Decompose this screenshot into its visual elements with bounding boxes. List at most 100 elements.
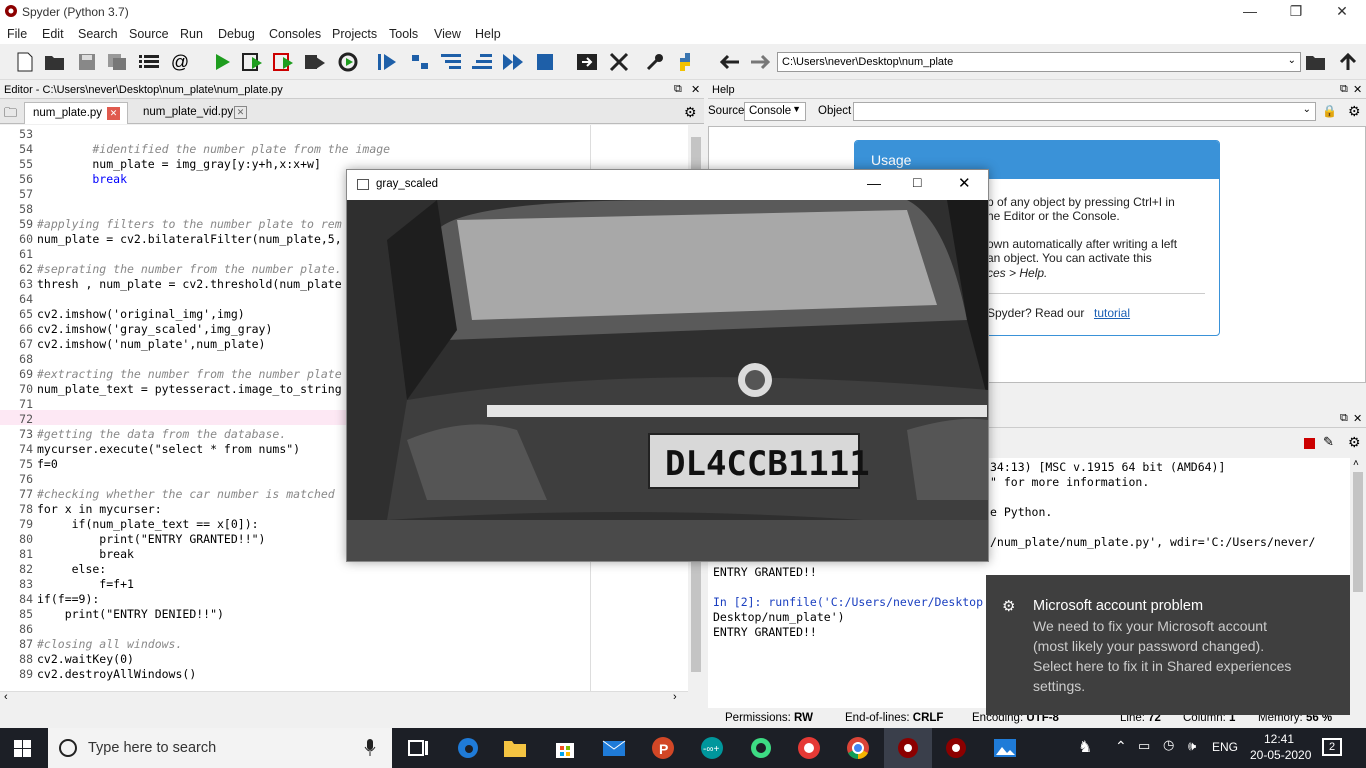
undock-icon[interactable]: ⧉ — [1340, 83, 1348, 96]
editor-horizontal-scrollbar[interactable]: ‹ › — [0, 691, 688, 705]
step-return-icon[interactable] — [469, 50, 495, 74]
save-all-icon[interactable] — [104, 50, 130, 74]
step-into-icon[interactable] — [438, 50, 464, 74]
anaconda-navigator-icon[interactable] — [797, 736, 821, 760]
maximize-pane-icon[interactable] — [574, 50, 600, 74]
volume-icon[interactable]: 🕪 — [1188, 738, 1196, 754]
windows-start-icon[interactable] — [14, 740, 38, 764]
source-select[interactable]: Console ▼ — [744, 102, 806, 121]
gear-icon[interactable]: ⚙ — [1348, 434, 1361, 451]
scroll-thumb[interactable] — [1353, 472, 1363, 592]
maximize-button[interactable]: □ — [913, 174, 921, 190]
lock-icon[interactable]: 🔒 — [1322, 104, 1337, 118]
object-combo[interactable]: ⌄ — [853, 102, 1316, 121]
store-icon[interactable] — [553, 736, 577, 760]
open-folder-icon[interactable] — [42, 50, 68, 74]
tab-num-plate[interactable]: num_plate.py ✕ — [24, 102, 128, 124]
menu-debug[interactable]: Debug — [218, 27, 255, 41]
run-cell-advance-icon[interactable] — [271, 50, 297, 74]
run-cell-icon[interactable] — [240, 50, 266, 74]
close-tab-icon[interactable]: ✕ — [107, 107, 120, 120]
rerun-icon[interactable] — [335, 50, 361, 74]
run-icon[interactable] — [209, 50, 235, 74]
gray-scaled-window[interactable]: gray_scaled — □ ✕ DL4CCB1111 — [346, 169, 989, 562]
close-pane-icon[interactable]: ✕ — [1353, 412, 1362, 425]
close-button[interactable]: ✕ — [1319, 0, 1365, 24]
close-button[interactable]: ✕ — [958, 174, 971, 192]
menu-file[interactable]: File — [7, 27, 27, 41]
taskbar-search-box[interactable]: Type here to search — [48, 728, 392, 768]
edge-browser-icon[interactable] — [456, 736, 480, 760]
spyder-task-active[interactable] — [884, 728, 932, 768]
gear-icon[interactable]: ⚙ — [684, 104, 697, 121]
back-arrow-icon[interactable] — [717, 50, 743, 74]
close-tab-icon[interactable]: ✕ — [234, 106, 247, 119]
task-view-icon[interactable] — [406, 736, 430, 760]
people-icon[interactable]: ♞ — [1078, 737, 1092, 757]
menu-consoles[interactable]: Consoles — [269, 27, 321, 41]
clock-time[interactable]: 12:41 — [1264, 732, 1294, 746]
microphone-icon[interactable] — [364, 739, 376, 757]
chevron-down-icon[interactable]: ⌄ — [1288, 55, 1296, 66]
continue-icon[interactable] — [500, 50, 526, 74]
stop-debug-icon[interactable] — [532, 50, 558, 74]
menu-run[interactable]: Run — [180, 27, 203, 41]
photos-icon[interactable] — [993, 736, 1017, 760]
working-directory-input[interactable]: C:\Users\never\Desktop\num_plate ⌄ — [777, 52, 1301, 72]
tutorial-link[interactable]: tutorial — [1094, 306, 1130, 320]
debug-icon[interactable] — [374, 50, 400, 74]
menu-help[interactable]: Help — [475, 27, 501, 41]
powerpoint-icon[interactable]: P — [651, 736, 675, 760]
menu-source[interactable]: Source — [129, 27, 169, 41]
scroll-right-icon[interactable]: › — [673, 691, 677, 703]
at-icon[interactable]: @ — [167, 50, 193, 74]
console-vertical-scrollbar[interactable]: ˄ — [1350, 458, 1366, 708]
arduino-icon[interactable]: -∞+ — [700, 736, 724, 760]
stop-kernel-icon[interactable] — [1304, 438, 1315, 449]
clock-date[interactable]: 20-05-2020 — [1250, 748, 1311, 762]
browse-tabs-icon[interactable]: 🗀 — [4, 104, 17, 126]
preferences-wrench-icon[interactable] — [642, 50, 668, 74]
spyder-task-icon — [898, 738, 918, 758]
wifi-icon[interactable]: ◷ — [1163, 737, 1174, 753]
gray-scaled-title-bar[interactable]: gray_scaled — □ ✕ — [347, 170, 988, 199]
step-icon[interactable] — [407, 50, 433, 74]
gear-icon[interactable]: ⚙ — [1348, 103, 1361, 120]
android-studio-icon[interactable] — [749, 736, 773, 760]
action-center-icon[interactable]: 2 — [1322, 738, 1342, 756]
menu-search[interactable]: Search — [78, 27, 118, 41]
browse-folder-icon[interactable] — [1303, 50, 1329, 74]
close-pane-icon[interactable]: ✕ — [691, 83, 700, 96]
restore-button[interactable]: ❐ — [1273, 0, 1319, 24]
fullscreen-icon[interactable] — [606, 50, 632, 74]
menu-view[interactable]: View — [434, 27, 461, 41]
undock-icon[interactable]: ⧉ — [674, 83, 682, 96]
spyder-task-icon[interactable] — [944, 736, 968, 760]
microsoft-account-notification[interactable]: ⚙ Microsoft account problem We need to f… — [986, 575, 1350, 715]
file-explorer-icon[interactable] — [503, 736, 527, 760]
menu-projects[interactable]: Projects — [332, 27, 377, 41]
parent-directory-icon[interactable] — [1335, 50, 1361, 74]
python-path-icon[interactable] — [672, 50, 698, 74]
minimize-button[interactable]: — — [1227, 0, 1273, 24]
new-file-icon[interactable] — [12, 50, 38, 74]
eol-value: CRLF — [912, 712, 944, 724]
tab-num-plate-vid[interactable]: num_plate_vid.py ✕ — [135, 102, 255, 124]
battery-icon[interactable]: ▭ — [1138, 738, 1150, 754]
scroll-left-icon[interactable]: ‹ — [4, 691, 8, 703]
forward-arrow-icon[interactable] — [747, 50, 773, 74]
pencil-icon[interactable]: ✎ — [1323, 434, 1334, 450]
scroll-up-icon[interactable]: ˄ — [1353, 458, 1359, 469]
input-language[interactable]: ENG — [1212, 740, 1238, 754]
list-icon[interactable] — [136, 50, 162, 74]
save-icon[interactable] — [74, 50, 100, 74]
menu-tools[interactable]: Tools — [389, 27, 418, 41]
minimize-button[interactable]: — — [867, 175, 881, 191]
chrome-icon[interactable] — [846, 736, 870, 760]
close-pane-icon[interactable]: ✕ — [1353, 83, 1362, 96]
show-hidden-icons-chevron-icon[interactable]: ⌃ — [1115, 738, 1127, 755]
undock-icon[interactable]: ⧉ — [1340, 412, 1348, 425]
run-selection-icon[interactable] — [302, 50, 328, 74]
mail-icon[interactable] — [602, 736, 626, 760]
menu-edit[interactable]: Edit — [42, 27, 64, 41]
